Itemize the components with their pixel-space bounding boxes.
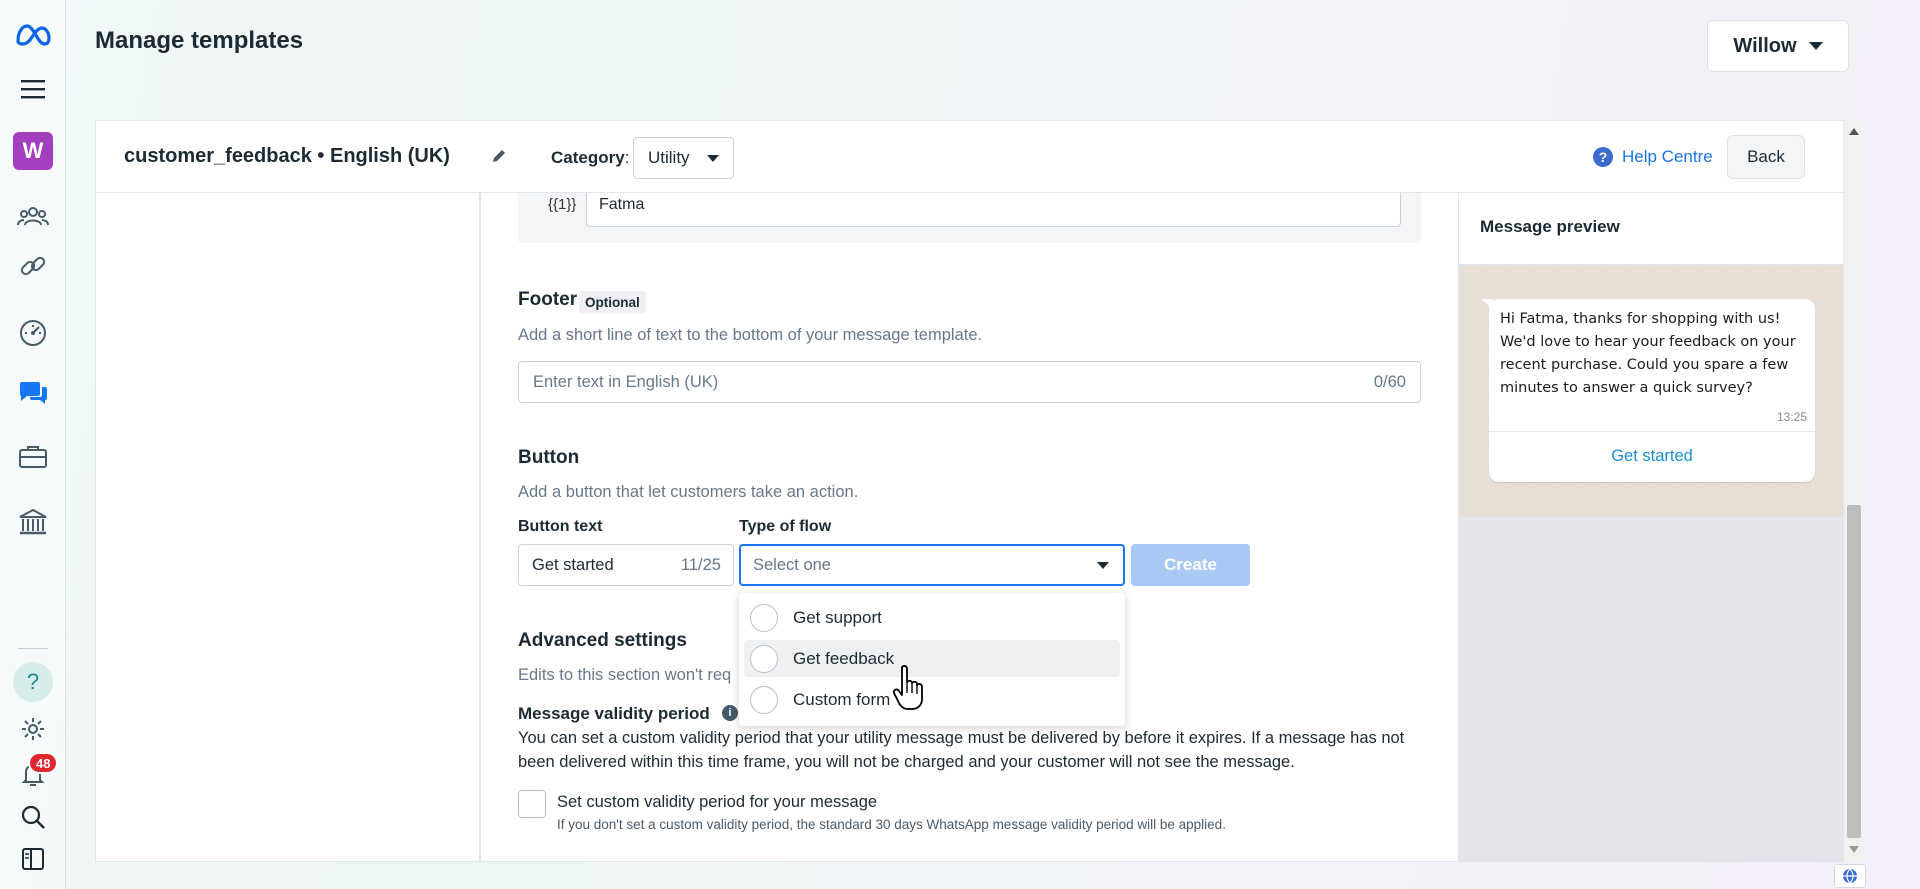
radio-button[interactable]: [750, 644, 778, 673]
category-label: Category:: [551, 148, 630, 167]
chevron-down-icon: [1097, 562, 1109, 569]
flow-type-placeholder: Select one: [753, 556, 831, 574]
chevron-down-icon: [1808, 42, 1823, 50]
button-text-counter: 11/25: [680, 556, 721, 574]
sidebar-toggle-icon[interactable]: [13, 839, 53, 879]
scrollbar-thumb[interactable]: [1847, 505, 1861, 838]
footer-counter: 0/60: [1373, 373, 1406, 391]
briefcase-icon[interactable]: [13, 436, 53, 476]
gear-icon[interactable]: [13, 709, 53, 749]
bank-icon[interactable]: [13, 502, 53, 542]
create-button[interactable]: Create: [1131, 544, 1250, 586]
validity-period-text: You can set a custom validity period tha…: [518, 729, 1405, 771]
category-value: Utility: [648, 148, 690, 167]
footer-placeholder: Enter text in English (UK): [533, 373, 719, 391]
message-preview-panel: Message preview Hi Fatma, thanks for sho…: [1458, 193, 1843, 861]
footer-title: Footer: [518, 289, 578, 310]
flow-option-custom-form[interactable]: Custom form: [744, 681, 1120, 718]
variable-tag: {{1}}: [548, 196, 577, 213]
preview-cta-button[interactable]: Get started: [1489, 447, 1815, 466]
scroll-down-arrow-icon[interactable]: [1849, 846, 1859, 853]
preview-header: Message preview: [1459, 193, 1843, 265]
button-section-description: Add a button that let customers take an …: [518, 483, 859, 501]
radio-button[interactable]: [750, 603, 778, 632]
menu-icon[interactable]: [13, 69, 53, 109]
template-name: customer_feedback • English (UK): [124, 145, 450, 167]
button-section-title: Button: [518, 447, 580, 468]
chat-icon[interactable]: [13, 372, 53, 412]
flow-type-dropdown: Get support Get feedback Custom form: [739, 593, 1125, 726]
question-icon: ?: [1593, 147, 1613, 167]
chevron-down-icon: [707, 154, 719, 162]
custom-validity-hint: If you don't set a custom validity perio…: [557, 817, 1226, 832]
workspace-avatar[interactable]: W: [13, 132, 53, 170]
template-editor-card: {{1}} Fatma Footer Optional Add a short …: [95, 120, 1844, 862]
left-pane: [96, 193, 481, 861]
people-icon[interactable]: [13, 196, 53, 236]
button-text-input[interactable]: Get started 11/25: [518, 544, 734, 586]
flow-option-get-support[interactable]: Get support: [744, 599, 1120, 636]
help-icon[interactable]: ?: [13, 662, 53, 702]
optional-chip: Optional: [579, 291, 646, 313]
button-text-label: Button text: [518, 518, 603, 535]
message-text: Hi Fatma, thanks for shopping with us! W…: [1500, 311, 1796, 396]
flow-type-label: Type of flow: [739, 518, 832, 535]
scroll-up-arrow-icon[interactable]: [1849, 128, 1859, 135]
footer-description: Add a short line of text to the bottom o…: [518, 326, 983, 344]
help-centre-label: Help Centre: [1622, 147, 1713, 166]
flow-option-label: Get support: [793, 607, 882, 627]
pencil-icon[interactable]: [490, 147, 508, 170]
message-time: 13:25: [1776, 410, 1807, 424]
notification-badge: 48: [28, 752, 59, 774]
info-icon[interactable]: i: [722, 705, 738, 721]
validity-period-title: Message validity period: [518, 704, 710, 723]
template-header: customer_feedback • English (UK) Categor…: [96, 121, 1843, 193]
left-navigation-rail: W ? 48: [0, 0, 66, 889]
advanced-settings-description: Edits to this section won't req: [518, 666, 732, 684]
rail-divider: [18, 648, 48, 649]
gauge-icon[interactable]: [13, 313, 53, 353]
bubble-divider: [1489, 431, 1815, 432]
custom-validity-checkbox[interactable]: [518, 790, 546, 818]
account-switcher-button[interactable]: Willow: [1707, 20, 1849, 72]
flow-option-label: Custom form: [793, 689, 891, 709]
globe-icon[interactable]: [1834, 864, 1866, 888]
hand-cursor-icon: [892, 664, 927, 715]
category-select[interactable]: Utility: [633, 137, 734, 179]
account-name: Willow: [1733, 34, 1797, 57]
link-icon[interactable]: [13, 246, 53, 286]
advanced-settings-title: Advanced settings: [518, 630, 687, 651]
button-text-value: Get started: [532, 556, 614, 574]
meta-logo-icon[interactable]: [13, 15, 53, 55]
message-bubble: Hi Fatma, thanks for shopping with us! W…: [1489, 299, 1815, 482]
flow-type-select[interactable]: Select one: [739, 544, 1125, 586]
footer-input[interactable]: Enter text in English (UK) 0/60: [518, 361, 1421, 403]
radio-button[interactable]: [750, 685, 778, 714]
back-button[interactable]: Back: [1727, 135, 1805, 179]
vertical-scrollbar[interactable]: [1844, 120, 1864, 862]
page-title: Manage templates: [95, 27, 304, 54]
help-centre-link[interactable]: ? Help Centre: [1593, 147, 1713, 167]
preview-title: Message preview: [1480, 217, 1620, 236]
custom-validity-label: Set custom validity period for your mess…: [557, 793, 878, 811]
search-icon[interactable]: [13, 797, 53, 837]
flow-option-get-feedback[interactable]: Get feedback: [744, 640, 1120, 677]
flow-option-label: Get feedback: [793, 648, 895, 668]
